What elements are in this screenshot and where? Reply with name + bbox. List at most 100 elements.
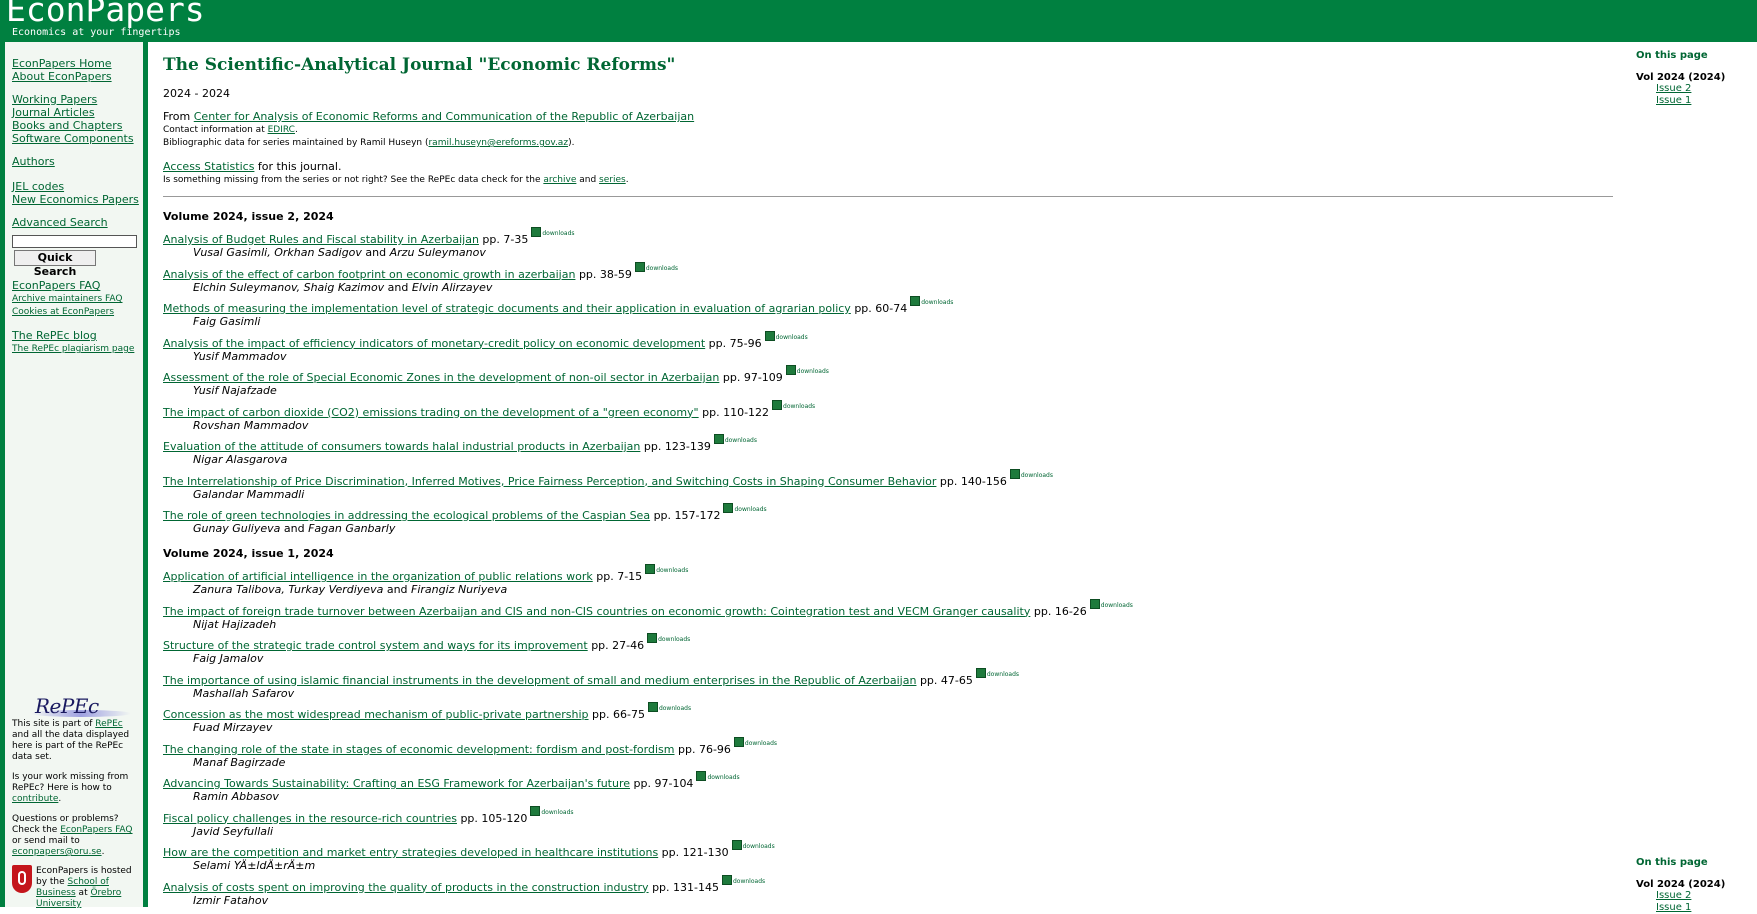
downloads-icon[interactable] <box>530 805 541 816</box>
downloads-label[interactable]: downloads <box>1101 602 1133 609</box>
sidebar-link-books-chapters[interactable]: Books and Chapters <box>12 119 134 132</box>
downloads-label[interactable]: downloads <box>783 403 815 410</box>
downloads-icon[interactable] <box>975 667 986 678</box>
publisher-link[interactable]: Center for Analysis of Economic Reforms … <box>194 110 694 123</box>
archive-link[interactable]: archive <box>543 175 576 185</box>
article-title-link[interactable]: Methods of measuring the implementation … <box>163 302 851 315</box>
quick-search-button[interactable]: Quick Search <box>14 250 96 278</box>
sidebar-link-cookies[interactable]: Cookies at EconPapers <box>12 306 123 319</box>
article-title-link[interactable]: The impact of foreign trade turnover bet… <box>163 605 1030 618</box>
sidebar-link-blog[interactable]: The RePEc blog <box>12 329 97 342</box>
downloads-icon[interactable] <box>696 771 707 781</box>
right-nav-issue-1[interactable]: Issue 1 <box>1656 95 1746 107</box>
article-pages: pp. 123-139 <box>643 440 711 453</box>
downloads-label[interactable]: downloads <box>656 567 688 574</box>
maintainer-email-link[interactable]: ramil.huseyn@ereforms.gov.az <box>428 138 568 148</box>
edirc-link[interactable]: EDIRC <box>268 125 295 135</box>
downloads-label[interactable]: downloads <box>646 265 678 272</box>
sidebar-link-archive-faq[interactable]: Archive maintainers FAQ <box>12 293 123 306</box>
downloads-label[interactable]: downloads <box>921 299 953 306</box>
downloads-icon[interactable] <box>731 840 742 850</box>
article-row: How are the competition and market entry… <box>163 840 775 859</box>
downloads-label[interactable]: downloads <box>987 671 1019 678</box>
downloads-label[interactable]: downloads <box>776 334 808 341</box>
downloads-icon[interactable] <box>764 330 775 341</box>
downloads-icon[interactable] <box>634 261 645 272</box>
downloads-label[interactable]: downloads <box>1021 472 1053 479</box>
article-authors: Manaf Bagirzade <box>193 756 285 769</box>
downloads-icon[interactable] <box>647 702 658 712</box>
contribute-link[interactable]: contribute <box>12 794 58 804</box>
downloads-label[interactable]: downloads <box>541 809 573 816</box>
article-title-link[interactable]: Analysis of costs spent on improving the… <box>163 881 649 894</box>
downloads-label[interactable]: downloads <box>797 368 829 375</box>
article-title-link[interactable]: Assessment of the role of Special Econom… <box>163 371 719 384</box>
sidebar-link-home[interactable]: EconPapers Home <box>12 57 112 70</box>
article-title-link[interactable]: Analysis of Budget Rules and Fiscal stab… <box>163 233 479 246</box>
article-title-link[interactable]: The changing role of the state in stages… <box>163 743 674 756</box>
faq-link[interactable]: EconPapers FAQ <box>60 825 132 835</box>
sidebar-group-blog: The RePEc blog <box>12 329 97 342</box>
author-names: Fuad Mirzayev <box>193 721 273 734</box>
author-names: Galandar Mammadli <box>193 487 305 501</box>
missing-info-text: Is your work missing from RePEc? Here is… <box>12 772 129 804</box>
downloads-icon[interactable] <box>647 633 658 643</box>
article-title-link[interactable]: Evaluation of the attitude of consumers … <box>163 440 640 453</box>
downloads-label[interactable]: downloads <box>733 878 765 885</box>
questions-info-text: Questions or problems? Check the EconPap… <box>12 814 133 857</box>
downloads-icon[interactable] <box>785 365 796 375</box>
downloads-icon[interactable] <box>733 736 744 747</box>
sidebar-link-authors[interactable]: Authors <box>12 155 55 168</box>
article-title-link[interactable]: The Interrelationship of Price Discrimin… <box>163 475 936 488</box>
sidebar-link-about[interactable]: About EconPapers <box>12 70 112 83</box>
sidebar-link-faq[interactable]: EconPapers FAQ <box>12 279 100 292</box>
repec-link[interactable]: RePEc <box>95 719 122 729</box>
mail-link[interactable]: econpapers@oru.se <box>12 847 102 857</box>
downloads-label[interactable]: downloads <box>725 437 757 444</box>
sidebar-link-jel-codes[interactable]: JEL codes <box>12 180 139 193</box>
downloads-icon[interactable] <box>721 874 732 885</box>
downloads-icon[interactable] <box>713 434 724 444</box>
article-title-link[interactable]: Advancing Towards Sustainability: Crafti… <box>163 777 630 790</box>
article-title-link[interactable]: Fiscal policy challenges in the resource… <box>163 812 457 825</box>
right-nav-issue-1-bottom[interactable]: Issue 1 <box>1656 902 1746 914</box>
article-title-link[interactable]: The importance of using islamic financia… <box>163 674 916 687</box>
downloads-label[interactable]: downloads <box>734 506 766 513</box>
access-statistics-link[interactable]: Access Statistics <box>163 160 254 173</box>
sidebar-link-software[interactable]: Software Components <box>12 132 134 145</box>
site-title[interactable]: EconPapers <box>6 0 205 28</box>
article-title-link[interactable]: Application of artificial intelligence i… <box>163 570 593 583</box>
series-link[interactable]: series <box>599 175 626 185</box>
downloads-icon[interactable] <box>645 564 656 574</box>
downloads-icon[interactable] <box>910 296 921 306</box>
right-nav-issue-2-bottom[interactable]: Issue 2 <box>1656 890 1746 902</box>
article-title-link[interactable]: Structure of the strategic trade control… <box>163 639 588 652</box>
downloads-icon[interactable] <box>1009 468 1020 479</box>
right-nav-issue-2[interactable]: Issue 2 <box>1656 83 1746 95</box>
sidebar-link-journal-articles[interactable]: Journal Articles <box>12 106 134 119</box>
search-input[interactable] <box>12 235 137 248</box>
downloads-icon[interactable] <box>1089 598 1100 609</box>
sidebar-link-advanced-search[interactable]: Advanced Search <box>12 216 108 229</box>
downloads-icon[interactable] <box>723 503 734 513</box>
downloads-icon[interactable] <box>772 399 783 410</box>
article-title-link[interactable]: The role of green technologies in addres… <box>163 509 650 522</box>
author-names: Selami YÄ±ldÄ±rÄ±m <box>193 859 316 872</box>
article-title-link[interactable]: The impact of carbon dioxide (CO2) emiss… <box>163 406 699 419</box>
downloads-label[interactable]: downloads <box>707 774 739 781</box>
article-title-link[interactable]: How are the competition and market entry… <box>163 846 658 859</box>
downloads-label[interactable]: downloads <box>745 740 777 747</box>
downloads-icon[interactable] <box>531 227 542 237</box>
sidebar-link-nep[interactable]: New Economics Papers <box>12 193 139 206</box>
downloads-label[interactable]: downloads <box>542 230 574 237</box>
downloads-label[interactable]: downloads <box>659 705 691 712</box>
article-title-link[interactable]: Concession as the most widespread mechan… <box>163 708 589 721</box>
sidebar-link-plagiarism[interactable]: The RePEc plagiarism page <box>12 343 134 356</box>
sidebar-link-working-papers[interactable]: Working Papers <box>12 93 134 106</box>
downloads-label[interactable]: downloads <box>743 843 775 850</box>
downloads-label[interactable]: downloads <box>658 636 690 643</box>
article-row: Evaluation of the attitude of consumers … <box>163 434 757 453</box>
article-title-link[interactable]: Analysis of the effect of carbon footpri… <box>163 268 575 281</box>
repec-logo[interactable]: RePEc <box>35 694 99 718</box>
article-title-link[interactable]: Analysis of the impact of efficiency ind… <box>163 337 705 350</box>
